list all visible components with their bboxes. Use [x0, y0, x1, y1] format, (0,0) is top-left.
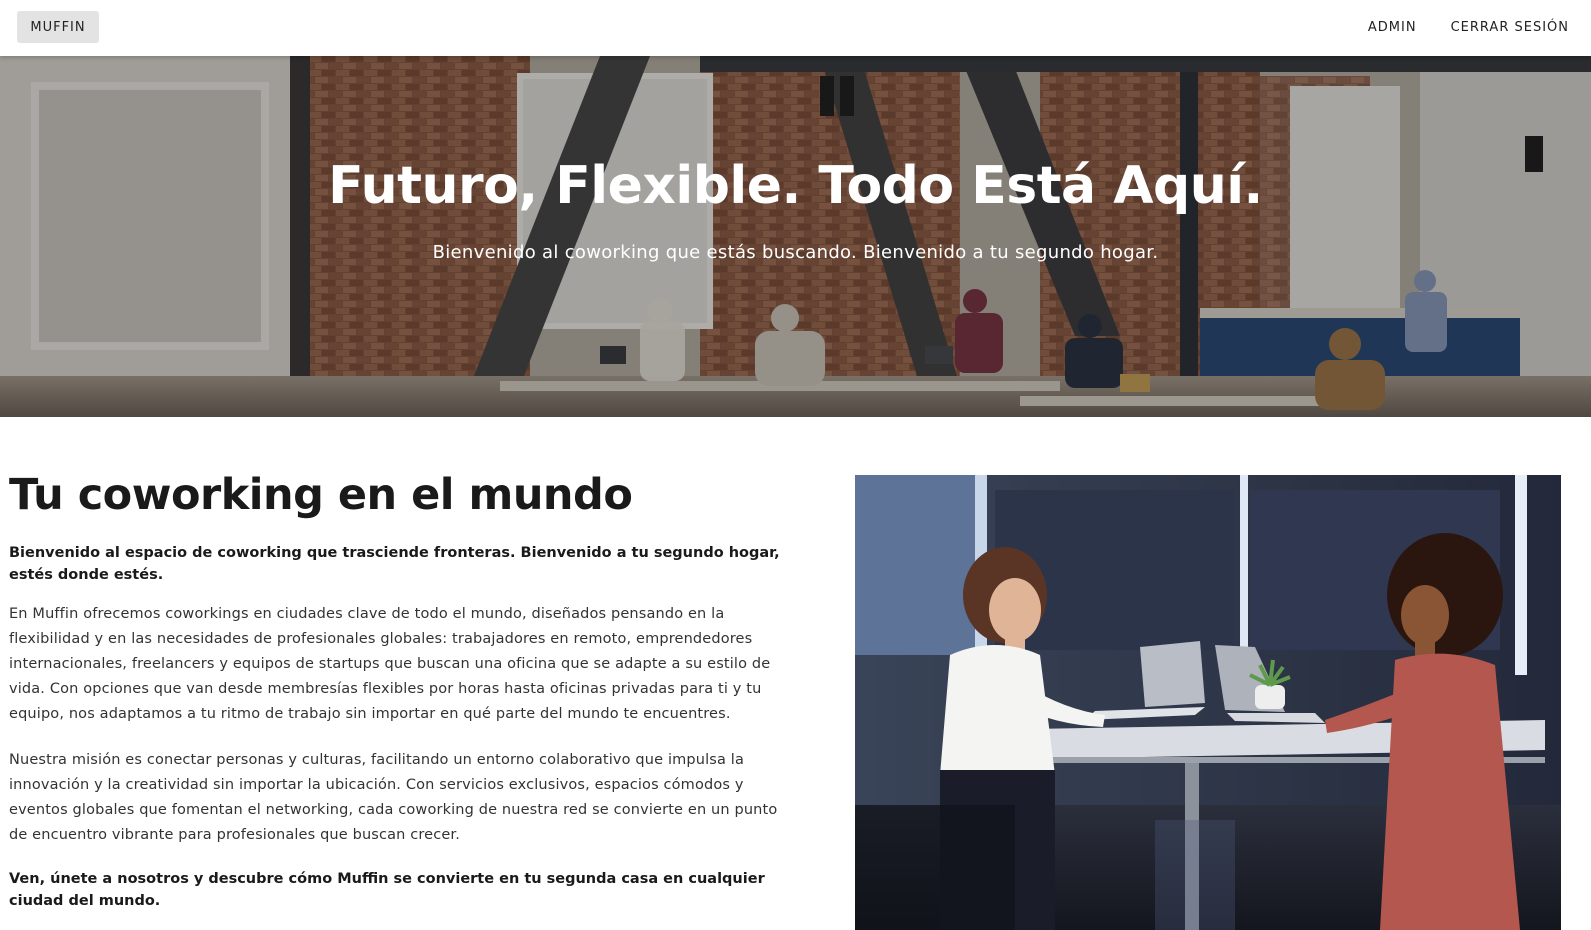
- body-paragraph: Nuestra misión es conectar personas y cu…: [9, 752, 778, 843]
- about-section: Tu coworking en el mundo Bienvenido al e…: [9, 470, 784, 912]
- nav-logout-link[interactable]: CERRAR SESIÓN: [1441, 12, 1579, 43]
- coworking-photo: [855, 475, 1561, 930]
- top-navbar: MUFFIN ADMIN CERRAR SESIÓN: [0, 0, 1591, 56]
- brand-button[interactable]: MUFFIN: [17, 11, 99, 43]
- nav-admin-link[interactable]: ADMIN: [1358, 12, 1427, 43]
- body-paragraph: En Muffin ofrecemos coworkings en ciudad…: [9, 606, 771, 722]
- hero-overlay: [0, 56, 1591, 417]
- lead-text: Bienvenido al espacio de coworking que t…: [9, 545, 780, 583]
- closing-text: Ven, únete a nosotros y descubre cómo Mu…: [9, 871, 765, 909]
- hero-banner: Futuro, Flexible. Todo Está Aquí. Bienve…: [0, 56, 1591, 417]
- hero-subtitle: Bienvenido al coworking que estás buscan…: [432, 242, 1159, 263]
- hero-title: Futuro, Flexible. Todo Está Aquí.: [328, 156, 1263, 216]
- two-women-working-image: [855, 475, 1561, 930]
- section-heading: Tu coworking en el mundo: [9, 470, 633, 520]
- nav-links: ADMIN CERRAR SESIÓN: [1344, 0, 1579, 54]
